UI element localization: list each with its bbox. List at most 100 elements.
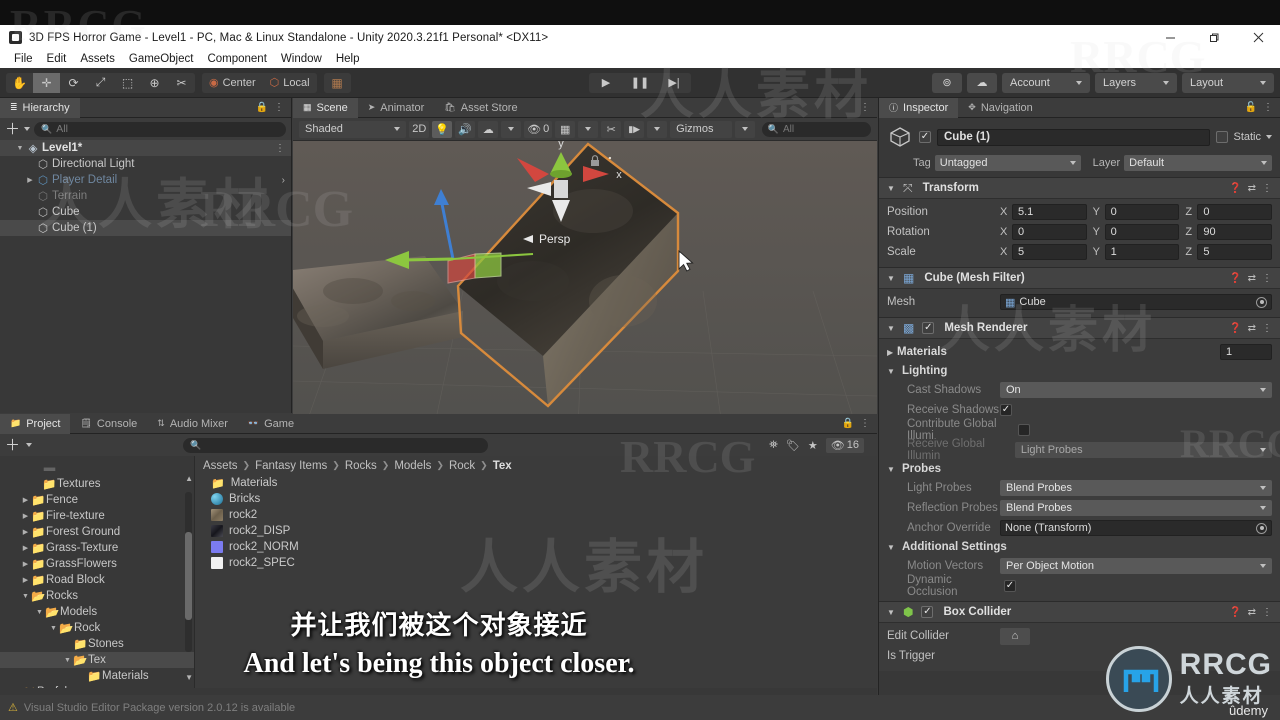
help-icon[interactable]: ❓	[1229, 183, 1241, 194]
asset-item-rock2-spec[interactable]: rock2_SPEC	[195, 555, 877, 571]
scale-tool-icon[interactable]: ⤢	[87, 72, 114, 93]
menu-item-gameobject[interactable]: GameObject	[122, 50, 201, 68]
position-z-input[interactable]: 0	[1197, 204, 1273, 220]
kebab-menu-icon[interactable]: ⋮	[1262, 607, 1272, 618]
box-collider-header[interactable]: ▼ ⬢ Box Collider ❓ ⇄ ⋮	[879, 602, 1280, 623]
tab-hierarchy[interactable]: ≣ Hierarchy	[0, 97, 80, 118]
layers-dropdown[interactable]: Layers	[1095, 72, 1177, 93]
hierarchy-item-cube[interactable]: ⬡ Cube	[0, 204, 291, 220]
transform-tool-icon[interactable]: ⊕	[141, 72, 168, 93]
disclosure-triangle-icon[interactable]: ▼	[887, 608, 897, 617]
gizmos-dropdown-caret[interactable]	[734, 120, 755, 138]
scene-camera-dropdown[interactable]	[647, 120, 668, 138]
scene-grid-dropdown[interactable]	[578, 120, 599, 138]
disclosure-triangle-icon[interactable]: ▼	[62, 657, 73, 664]
additional-settings-group[interactable]: ▼ Additional Settings	[879, 538, 1280, 556]
scroll-down-arrow-icon[interactable]: ▼	[185, 673, 193, 682]
disclosure-triangle-icon[interactable]: ▼	[14, 145, 26, 152]
grid-snap-icon[interactable]: ▦	[323, 72, 351, 93]
project-tree-item-textures[interactable]: 📁 Textures	[0, 476, 194, 492]
materials-row[interactable]: ▶ Materials 1	[879, 342, 1280, 362]
menu-item-file[interactable]: File	[7, 50, 40, 68]
cast-shadows-dropdown[interactable]: On	[1000, 382, 1272, 398]
account-dropdown[interactable]: Account	[1002, 72, 1090, 93]
lock-icon[interactable]: 🔒	[256, 102, 268, 113]
dynamic-occlusion-checkbox[interactable]	[1003, 580, 1016, 592]
disclosure-triangle-icon[interactable]: ▶	[24, 176, 36, 184]
rotation-z-input[interactable]: 90	[1197, 224, 1273, 240]
tab-audio-mixer[interactable]: ⇅ Audio Mixer	[147, 414, 238, 434]
disclosure-triangle-icon[interactable]: ▶	[20, 496, 31, 504]
static-toggle[interactable]: Static	[1216, 131, 1272, 143]
disclosure-triangle-icon[interactable]: ▶	[20, 528, 31, 536]
receive-shadows-checkbox[interactable]	[1000, 404, 1012, 416]
probes-group[interactable]: ▼ Probes	[879, 460, 1280, 478]
disclosure-triangle-icon[interactable]: ▼	[887, 184, 897, 193]
preset-icon[interactable]: ⇄	[1248, 607, 1256, 618]
project-tree-item-grassflowers[interactable]: ▶ 📁 GrassFlowers	[0, 556, 194, 572]
kebab-menu-icon[interactable]: ⋮	[1262, 323, 1272, 334]
gizmos-dropdown[interactable]: Gizmos	[670, 120, 732, 138]
kebab-menu-icon[interactable]: ⋮	[1262, 183, 1272, 194]
disclosure-triangle-icon[interactable]: ▼	[48, 625, 59, 632]
scene-fx-icon[interactable]: ☁	[478, 120, 499, 138]
asset-item-bricks[interactable]: Bricks	[195, 491, 877, 507]
cloud-icon[interactable]: ☁	[967, 72, 997, 93]
hierarchy-search-input[interactable]: 🔍 All	[34, 121, 286, 137]
project-tree-item-fire-texture[interactable]: ▶ 📁 Fire-texture	[0, 508, 194, 524]
box-collider-enabled-checkbox[interactable]	[921, 606, 934, 618]
asset-item-rock2-disp[interactable]: rock2_DISP	[195, 523, 877, 539]
project-tree-item-models[interactable]: ▼ 📂 Models	[0, 604, 194, 620]
custom-tool-icon[interactable]: ✂	[168, 72, 195, 93]
kebab-menu-icon[interactable]: ⋮	[1262, 273, 1272, 284]
tab-animator[interactable]: ➤ Animator	[358, 98, 435, 118]
breadcrumb-rocks[interactable]: Rocks	[345, 460, 377, 472]
help-icon[interactable]: ❓	[1229, 323, 1241, 334]
disclosure-triangle-icon[interactable]: ▶	[20, 544, 31, 552]
scene-grid-icon[interactable]: ▦	[555, 120, 576, 138]
light-probes-dropdown[interactable]: Blend Probes	[1000, 480, 1272, 496]
project-tree-scrollbar-thumb[interactable]	[185, 532, 192, 620]
disclosure-triangle-icon[interactable]: ▶	[20, 576, 31, 584]
scale-y-input[interactable]: 1	[1104, 244, 1180, 260]
tab-inspector[interactable]: ⓘ Inspector	[879, 97, 959, 118]
status-bar[interactable]: ⚠ Visual Studio Editor Package version 2…	[0, 695, 878, 720]
project-tree-item-forest-ground[interactable]: ▶ 📁 Forest Ground	[0, 524, 194, 540]
lighting-group[interactable]: ▼ Lighting	[879, 362, 1280, 380]
kebab-menu-icon[interactable]: ⋮	[860, 102, 870, 113]
disclosure-triangle-icon[interactable]: ▼	[887, 543, 897, 552]
help-icon[interactable]: ❓	[1229, 607, 1241, 618]
favorites-icon[interactable]: ★	[808, 439, 818, 452]
tab-project[interactable]: 📁 Project	[0, 413, 71, 434]
minimize-button[interactable]	[1148, 25, 1192, 50]
edit-collider-button[interactable]: ⌂	[1000, 627, 1030, 645]
disclosure-triangle-icon[interactable]: ▶	[20, 560, 31, 568]
preset-icon[interactable]: ⇄	[1248, 323, 1256, 334]
breadcrumb-assets[interactable]: Assets	[203, 460, 238, 472]
scene-fx-dropdown[interactable]	[501, 120, 522, 138]
project-asset-browser[interactable]: Assets ❯ Fantasy Items ❯ Rocks ❯ Models …	[195, 456, 877, 688]
tag-dropdown[interactable]: Untagged	[934, 155, 1081, 171]
project-tree-item-tex[interactable]: ▼ 📂 Tex	[0, 652, 194, 668]
reflection-probes-dropdown[interactable]: Blend Probes	[1000, 500, 1272, 516]
project-folder-tree[interactable]: ▬ 📁 Textures ▶ 📁 Fence ▶ 📁 Fire-texture	[0, 456, 195, 688]
layout-dropdown[interactable]: Layout	[1182, 72, 1274, 93]
asset-item-rock2[interactable]: rock2	[195, 507, 877, 523]
scene-tools-icon[interactable]: ✂	[601, 120, 622, 138]
menu-item-component[interactable]: Component	[200, 50, 273, 68]
disclosure-triangle-icon[interactable]: ▶	[20, 512, 31, 520]
disclosure-triangle-icon[interactable]: ▼	[34, 609, 45, 616]
help-icon[interactable]: ❓	[1229, 273, 1241, 284]
object-picker-icon[interactable]	[1256, 296, 1267, 308]
create-asset-button[interactable]: ＋	[5, 438, 20, 453]
move-tool-icon[interactable]: ✛	[33, 72, 60, 93]
disclosure-triangle-icon[interactable]: ▼	[887, 465, 897, 474]
hierarchy-item-directional-light[interactable]: ⬡ Directional Light	[0, 156, 291, 172]
transform-header[interactable]: ▼ ⤧ Transform ❓ ⇄ ⋮	[879, 178, 1280, 199]
shading-mode-dropdown[interactable]: Shaded	[299, 120, 407, 138]
static-checkbox[interactable]	[1216, 131, 1229, 143]
close-button[interactable]	[1236, 25, 1280, 50]
chevron-right-icon[interactable]: ›	[282, 175, 285, 186]
project-tree-item-materials[interactable]: 📁 Materials	[0, 668, 194, 684]
anchor-override-object-field[interactable]: None (Transform)	[1000, 520, 1272, 536]
